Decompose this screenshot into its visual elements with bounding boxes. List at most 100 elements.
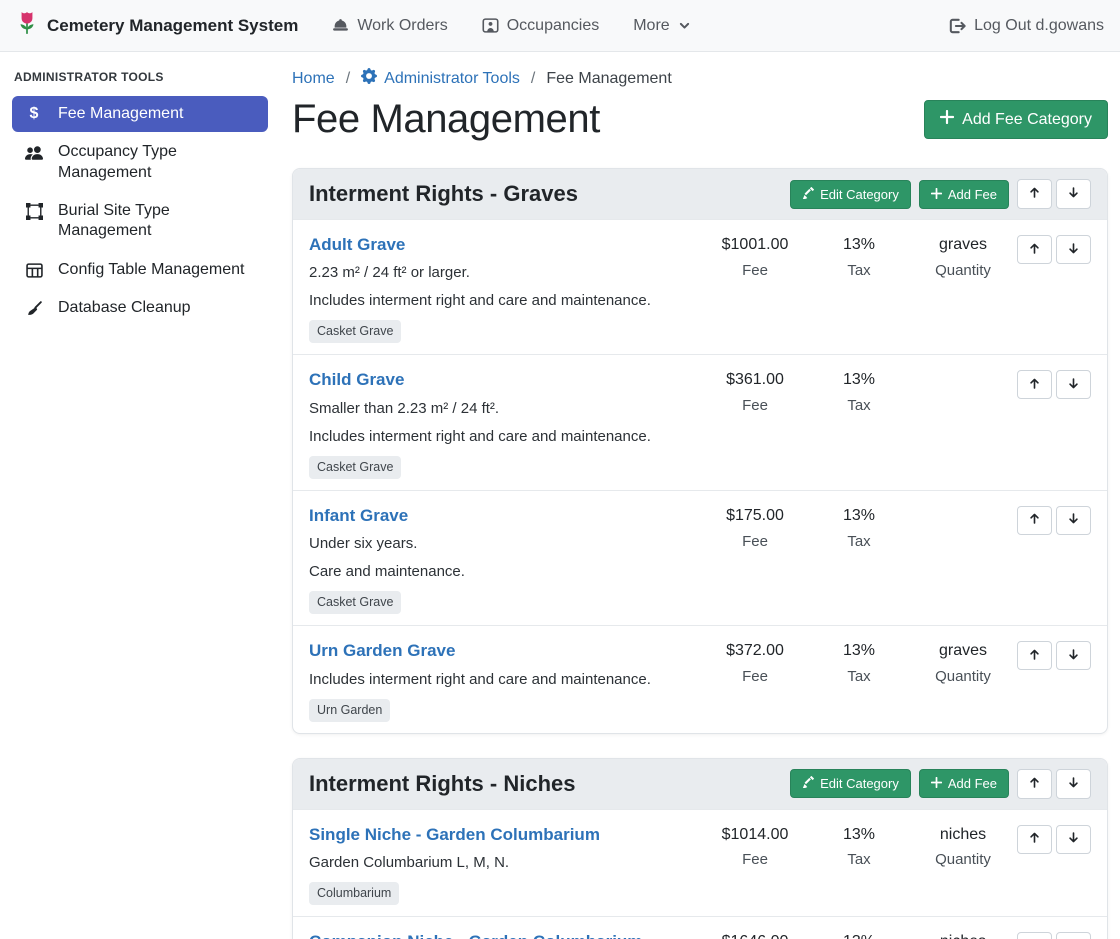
fee-quantity-label: Quantity xyxy=(911,851,1015,868)
fee-type-badge: Columbarium xyxy=(309,882,399,905)
sidebar-item-label: Occupancy Type Management xyxy=(58,142,256,183)
broom-icon xyxy=(24,300,44,317)
fee-descriptions: Includes interment right and care and ma… xyxy=(309,669,695,690)
move-fee-up-button[interactable] xyxy=(1017,506,1052,535)
breadcrumb: Home / Administrator Tools / Fee Managem… xyxy=(292,68,1108,89)
move-category-up-button[interactable] xyxy=(1017,179,1052,209)
move-fee-up-button[interactable] xyxy=(1017,932,1052,939)
nav-occupancies[interactable]: Occupancies xyxy=(482,17,600,35)
fee-actions xyxy=(1015,506,1091,535)
add-fee-button[interactable]: Add Fee xyxy=(919,180,1009,209)
edit-category-label: Edit Category xyxy=(820,776,899,791)
breadcrumb-separator: / xyxy=(531,70,535,88)
arrow-up-icon xyxy=(1028,242,1041,258)
fee-list: Single Niche - Garden Columbarium Garden… xyxy=(293,809,1107,939)
fee-description: Smaller than 2.23 m² / 24 ft². xyxy=(309,398,695,419)
fee-amount-col: $1014.00 Fee xyxy=(703,825,807,869)
move-fee-down-button[interactable] xyxy=(1056,235,1091,264)
people-icon xyxy=(24,144,44,162)
sidebar-item-config-table[interactable]: Config Table Management xyxy=(12,252,268,288)
sidebar-item-occupancy-type[interactable]: Occupancy Type Management xyxy=(12,134,268,191)
arrow-up-icon xyxy=(1028,512,1041,528)
breadcrumb-separator: / xyxy=(346,70,350,88)
fee-row: Infant Grave Under six years. Care and ma… xyxy=(293,490,1107,625)
nav-logout-label: Log Out d.gowans xyxy=(974,17,1104,35)
fee-name-link[interactable]: Urn Garden Grave xyxy=(309,641,455,661)
fee-description: Care and maintenance. xyxy=(309,561,695,582)
add-fee-button[interactable]: Add Fee xyxy=(919,769,1009,798)
nav-more[interactable]: More xyxy=(633,17,690,35)
arrow-up-icon xyxy=(1028,776,1041,792)
page-layout: ADMINISTRATOR TOOLS $ Fee Management Occ… xyxy=(0,52,1120,939)
fee-quantity-col xyxy=(911,506,1015,512)
arrow-down-icon xyxy=(1067,242,1080,258)
fee-description: Includes interment right and care and ma… xyxy=(309,426,695,447)
add-fee-category-button[interactable]: Add Fee Category xyxy=(924,100,1108,139)
arrow-up-icon xyxy=(1028,186,1041,202)
move-category-down-button[interactable] xyxy=(1056,769,1091,799)
fee-amount: $361.00 xyxy=(703,370,807,391)
fee-quantity-col: niches Quantity xyxy=(911,932,1015,939)
move-category-up-button[interactable] xyxy=(1017,769,1052,799)
plus-icon xyxy=(931,187,942,202)
fee-name-link[interactable]: Child Grave xyxy=(309,370,404,390)
navbar-left: Cemetery Management System Work Orders xyxy=(16,10,691,41)
move-category-down-button[interactable] xyxy=(1056,179,1091,209)
edit-category-button[interactable]: Edit Category xyxy=(790,769,911,798)
fee-tax-col: 13% Tax xyxy=(807,370,911,414)
fee-row: Adult Grave 2.23 m² / 24 ft² or larger.I… xyxy=(293,219,1107,354)
fee-descriptions: 2.23 m² / 24 ft² or larger.Includes inte… xyxy=(309,262,695,311)
fee-descriptions: Under six years. Care and maintenance. xyxy=(309,533,695,582)
fee-name-link[interactable]: Single Niche - Garden Columbarium xyxy=(309,825,600,845)
brand-link[interactable]: Cemetery Management System xyxy=(16,10,298,41)
page-header: Fee Management Add Fee Category xyxy=(292,97,1108,142)
fee-amount-col: $1001.00 Fee xyxy=(703,235,807,279)
sidebar-item-burial-site-type[interactable]: Burial Site Type Management xyxy=(12,193,268,250)
breadcrumb-admin-tools-link[interactable]: Administrator Tools xyxy=(361,68,520,89)
move-fee-down-button[interactable] xyxy=(1056,641,1091,670)
sidebar: ADMINISTRATOR TOOLS $ Fee Management Occ… xyxy=(0,52,280,939)
nav-work-orders[interactable]: Work Orders xyxy=(332,17,447,35)
arrow-down-icon xyxy=(1067,186,1080,202)
breadcrumb-current: Fee Management xyxy=(546,70,671,88)
pencil-icon xyxy=(802,776,814,791)
fee-amount: $1646.00 xyxy=(703,932,807,939)
category-actions: Edit Category Add Fee xyxy=(790,769,1091,799)
fee-name-link[interactable]: Infant Grave xyxy=(309,506,408,526)
fee-name-link[interactable]: Companion Niche - Garden Columbarium xyxy=(309,932,642,939)
nav-work-orders-label: Work Orders xyxy=(357,17,447,35)
nav-logout[interactable]: Log Out d.gowans xyxy=(948,17,1104,35)
fee-row: Companion Niche - Garden Columbarium Gar… xyxy=(293,916,1107,939)
arrow-up-icon xyxy=(1028,648,1041,664)
move-fee-down-button[interactable] xyxy=(1056,825,1091,854)
top-navbar: Cemetery Management System Work Orders xyxy=(0,0,1120,52)
fee-info: Adult Grave 2.23 m² / 24 ft² or larger.I… xyxy=(309,235,703,343)
fee-row: Single Niche - Garden Columbarium Garden… xyxy=(293,809,1107,916)
move-fee-down-button[interactable] xyxy=(1056,932,1091,939)
fee-description: 2.23 m² / 24 ft² or larger. xyxy=(309,262,695,283)
fee-tax: 13% xyxy=(807,825,911,846)
breadcrumb-admin-tools-label: Administrator Tools xyxy=(384,70,520,88)
breadcrumb-home-link[interactable]: Home xyxy=(292,70,335,88)
fee-info: Companion Niche - Garden Columbarium Gar… xyxy=(309,932,703,939)
move-fee-down-button[interactable] xyxy=(1056,370,1091,399)
move-fee-up-button[interactable] xyxy=(1017,235,1052,264)
move-fee-up-button[interactable] xyxy=(1017,825,1052,854)
move-fee-down-button[interactable] xyxy=(1056,506,1091,535)
sidebar-item-fee-management[interactable]: $ Fee Management xyxy=(12,96,268,132)
category-header: Interment Rights - Niches Edit Category xyxy=(293,759,1107,809)
fee-description: Under six years. xyxy=(309,533,695,554)
edit-category-button[interactable]: Edit Category xyxy=(790,180,911,209)
move-fee-up-button[interactable] xyxy=(1017,641,1052,670)
fee-quantity-label: Quantity xyxy=(911,668,1015,685)
sidebar-item-database-cleanup[interactable]: Database Cleanup xyxy=(12,290,268,326)
pencil-icon xyxy=(802,187,814,202)
fee-actions xyxy=(1015,235,1091,264)
fee-tax-label: Tax xyxy=(807,851,911,868)
fee-info: Child Grave Smaller than 2.23 m² / 24 ft… xyxy=(309,370,703,478)
arrow-down-icon xyxy=(1067,648,1080,664)
fee-name-link[interactable]: Adult Grave xyxy=(309,235,405,255)
fee-tax: 13% xyxy=(807,235,911,256)
move-fee-up-button[interactable] xyxy=(1017,370,1052,399)
fee-amount-label: Fee xyxy=(703,851,807,868)
